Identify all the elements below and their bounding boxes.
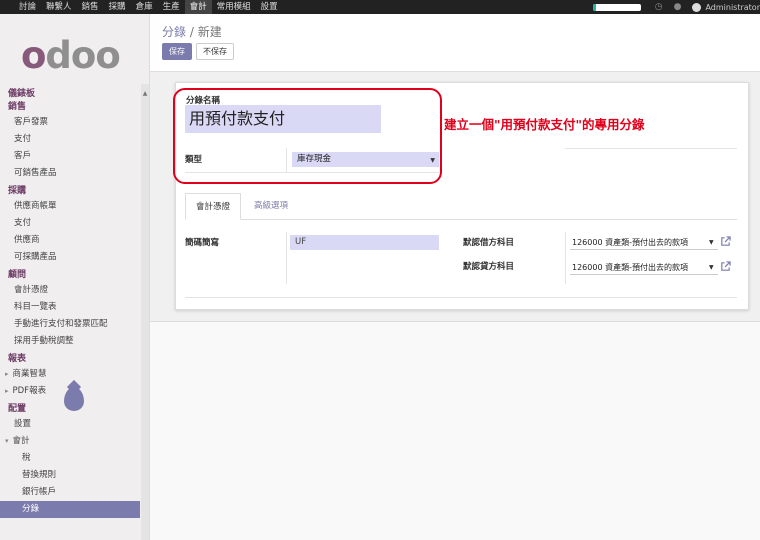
sidebar-section-reports: 報表: [8, 354, 27, 364]
sidebar-item-bank-accounts[interactable]: 銀行帳戶: [0, 484, 140, 501]
sidebar-item-chart-of-accounts[interactable]: 科目一覽表: [0, 299, 140, 316]
progress-fill: [592, 3, 597, 11]
caret-down-icon: ▾: [5, 437, 9, 445]
sidebar-item-taxes[interactable]: 稅: [0, 450, 140, 467]
breadcrumb-parent[interactable]: 分錄: [162, 25, 186, 39]
default-credit-account-label: 默認貸方科目: [463, 262, 515, 272]
sidebar: odoo ▲ 儀錶板 銷售 客戶發票 支付 客戶 可銷售產品 採購 供應商帳單 …: [0, 14, 150, 540]
divider: [565, 148, 737, 149]
sidebar-item-settings[interactable]: 設置: [0, 416, 140, 433]
menu-contacts[interactable]: 聯繫人: [41, 0, 77, 14]
caret-right-icon: ▸: [5, 387, 9, 395]
menu-discuss[interactable]: 討論: [14, 0, 41, 14]
sidebar-item-accounting[interactable]: ▾ 會計: [0, 433, 140, 450]
sidebar-item-journals[interactable]: 分錄: [0, 501, 140, 518]
menu-manufacturing[interactable]: 生產: [158, 0, 185, 14]
breadcrumb-current: 新建: [197, 25, 222, 39]
main-menu: 討論 聯繫人 銷售 採購 倉庫 生產 會計 常用模組 設置: [0, 0, 283, 14]
breadcrumb-separator: /: [189, 25, 194, 39]
short-code-label: 簡碼簡寫: [185, 238, 220, 248]
sidebar-item-customer-invoices[interactable]: 客戶發票: [0, 114, 140, 131]
sidebar-item-tax-adjustment[interactable]: 採用手動稅調整: [0, 333, 140, 350]
sidebar-nav: 儀錶板 銷售 客戶發票 支付 客戶 可銷售產品 採購 供應商帳單 支付 供應商 …: [0, 88, 140, 518]
top-navbar: 討論 聯繫人 銷售 採購 倉庫 生產 會計 常用模組 設置 ◷ ● Admini…: [0, 0, 760, 14]
divider: [185, 297, 737, 298]
chevron-down-icon[interactable]: ▼: [709, 264, 714, 271]
cursor-drop-icon: [64, 387, 84, 411]
menu-accounting[interactable]: 會計: [184, 0, 212, 14]
save-button[interactable]: 保存: [162, 43, 192, 60]
sidebar-section-adviser: 顧問: [8, 270, 27, 280]
divider: [565, 232, 566, 284]
default-debit-account-label: 默認借方科目: [463, 238, 515, 248]
scroll-up-icon[interactable]: ▲: [141, 90, 149, 97]
avatar[interactable]: [692, 2, 702, 12]
external-link-icon[interactable]: [720, 236, 731, 247]
sidebar-item-journal-entries[interactable]: 會計憑證: [0, 282, 140, 299]
menu-apps[interactable]: 常用模組: [212, 0, 256, 14]
discard-button[interactable]: 不保存: [196, 43, 234, 60]
sidebar-item-business-intelligence[interactable]: ▸ 商業智慧: [0, 366, 140, 383]
divider: [286, 232, 287, 284]
short-code-input[interactable]: UF: [290, 235, 439, 250]
caret-right-icon: ▸: [5, 370, 9, 378]
sidebar-section-sales: 銷售: [8, 102, 27, 112]
menu-settings[interactable]: 設置: [256, 0, 283, 14]
sidebar-item-sales-payments[interactable]: 支付: [0, 131, 140, 148]
menu-purchase[interactable]: 採購: [104, 0, 131, 14]
external-link-icon[interactable]: [720, 261, 731, 272]
sidebar-item-fiscal-positions[interactable]: 替換規則: [0, 467, 140, 484]
sidebar-item-vendor-bills[interactable]: 供應商帳單: [0, 198, 140, 215]
user-menu[interactable]: Administrator: [705, 3, 760, 12]
clock-icon[interactable]: ◷: [655, 2, 663, 12]
default-debit-account-input[interactable]: 126000 資產類-預付出去的款項: [570, 235, 718, 250]
sidebar-scrollbar[interactable]: [141, 84, 149, 540]
chevron-down-icon[interactable]: ▼: [709, 239, 714, 246]
default-credit-account-input[interactable]: 126000 資產類-預付出去的款項: [570, 260, 718, 275]
sidebar-item-sellable-products[interactable]: 可銷售產品: [0, 165, 140, 182]
tab-advanced-settings[interactable]: 高級選項: [251, 193, 291, 220]
sidebar-item-reconciliation[interactable]: 手動進行支付和發票匹配: [0, 316, 140, 333]
sidebar-item-customers[interactable]: 客戶: [0, 148, 140, 165]
form-tabs: 會計憑證 高級選項: [185, 193, 737, 220]
menu-sales[interactable]: 銷售: [77, 0, 104, 14]
annotation-text: 建立一個"用預付款支付"的專用分錄: [444, 117, 645, 132]
menu-inventory[interactable]: 倉庫: [131, 0, 158, 14]
sidebar-item-vendors[interactable]: 供應商: [0, 232, 140, 249]
breadcrumb: 分錄 / 新建: [162, 23, 222, 40]
progress-bar: [592, 3, 641, 11]
odoo-logo[interactable]: odoo: [21, 34, 121, 77]
annotation-highlight-box: [173, 88, 442, 184]
chat-icon[interactable]: ●: [674, 2, 682, 12]
control-panel: 分錄 / 新建 保存 不保存: [150, 14, 760, 72]
tab-journal-entries[interactable]: 會計憑證: [185, 193, 241, 220]
sidebar-item-purchase-payments[interactable]: 支付: [0, 215, 140, 232]
sidebar-section-dashboard[interactable]: 儀錶板: [0, 88, 140, 101]
sidebar-section-purchase: 採購: [8, 186, 27, 196]
sidebar-item-purchasable-products[interactable]: 可採購產品: [0, 249, 140, 266]
